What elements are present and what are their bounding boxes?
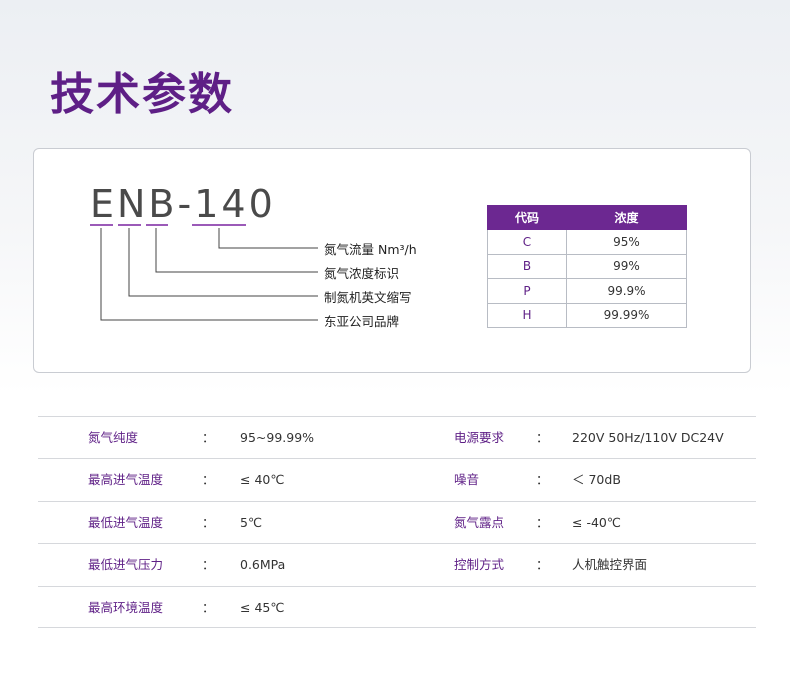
param-value: 95~99.99% (240, 430, 315, 445)
model-code-diagram (90, 224, 318, 321)
purity-cell: 99.99% (566, 302, 687, 328)
leader-line-brand (100, 228, 318, 321)
param-colon: ： (536, 557, 549, 573)
header-purity: 浓度 (566, 205, 687, 230)
parameter-list: 氮气纯度 ： 95~99.99% 电源要求 ： 220V 50Hz/110V D… (38, 416, 756, 628)
leader-line-purity (155, 228, 318, 273)
purity-cell: 95% (566, 229, 687, 255)
param-row: 最高环境温度 ： ≤ 45℃ (38, 585, 756, 628)
param-value: ≤ 45℃ (240, 599, 285, 615)
legend-purity-mark: 氮气浓度标识 (324, 266, 400, 281)
param-label: 最低进气压力 (88, 557, 164, 573)
param-colon: ： (536, 472, 549, 488)
purity-code-table: 代码 浓度 C 95% B 99% P 99.9% H 99.99% (487, 205, 687, 328)
table-row: C 95% (487, 229, 687, 255)
param-colon: ： (202, 599, 215, 615)
param-colon: ： (536, 430, 549, 445)
param-row: 氮气纯度 ： 95~99.99% 电源要求 ： 220V 50Hz/110V D… (38, 416, 756, 458)
header-code: 代码 (487, 205, 567, 230)
code-cell: H (487, 302, 567, 328)
code-cell: B (487, 253, 567, 279)
param-label: 控制方式 (454, 557, 505, 573)
param-colon: ： (202, 557, 215, 573)
param-value: 0.6MPa (240, 557, 286, 573)
param-label: 氮气露点 (454, 514, 505, 530)
legend-abbreviation: 制氮机英文缩写 (324, 290, 412, 305)
param-label: 最低进气温度 (88, 514, 164, 530)
param-value: 5℃ (240, 514, 262, 530)
param-colon: ： (202, 472, 215, 488)
param-colon: ： (202, 514, 215, 530)
legend-flow: 氮气流量 Nm³/h (324, 242, 417, 257)
param-value: ＜ 70dB (572, 472, 621, 488)
param-label: 最高环境温度 (88, 599, 164, 615)
legend-brand: 东亚公司品牌 (324, 314, 400, 329)
param-value: ≤ 40℃ (240, 472, 285, 488)
param-row: 最高进气温度 ： ≤ 40℃ 噪音 ： ＜ 70dB (38, 458, 756, 500)
param-colon: ： (536, 514, 549, 530)
table-row: H 99.99% (487, 302, 687, 328)
param-row: 最低进气压力 ： 0.6MPa 控制方式 ： 人机触控界面 (38, 543, 756, 585)
param-value: ≤ -40℃ (572, 514, 621, 530)
param-value: 220V 50Hz/110V DC24V (572, 430, 724, 445)
leader-line-type (128, 228, 318, 297)
param-colon: ： (202, 430, 215, 445)
param-label: 噪音 (454, 472, 480, 488)
code-cell: P (487, 278, 567, 304)
param-row: 最低进气温度 ： 5℃ 氮气露点 ： ≤ -40℃ (38, 500, 756, 543)
param-label: 氮气纯度 (88, 430, 139, 445)
leader-line-flow (218, 228, 318, 249)
table-row: B 99% (487, 253, 687, 279)
param-label: 最高进气温度 (88, 472, 164, 488)
code-cell: C (487, 229, 567, 255)
param-label: 电源要求 (454, 430, 505, 445)
table-row: P 99.9% (487, 278, 687, 304)
param-value: 人机触控界面 (572, 557, 648, 573)
purity-cell: 99% (566, 253, 687, 279)
table-header-row: 代码 浓度 (487, 205, 687, 230)
purity-cell: 99.9% (566, 278, 687, 304)
